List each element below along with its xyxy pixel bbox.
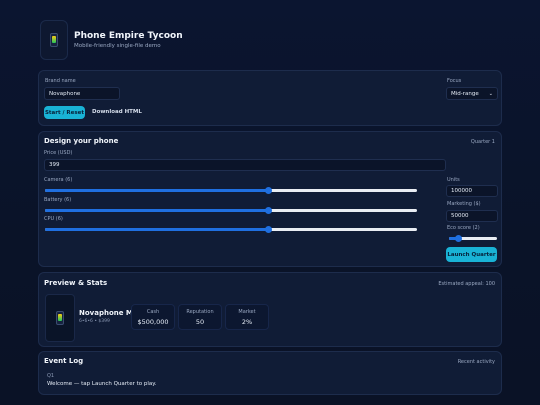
price-label: Price (USD) [44,150,73,156]
brand-input[interactable]: Novaphone [44,87,120,100]
phone-logo-icon [40,20,68,60]
appeal-indicator: Estimated appeal: 100 [438,281,495,287]
setup-card: Brand name Novaphone Focus Mid-range ⌄ S… [38,70,502,126]
chevron-down-icon: ⌄ [488,90,493,97]
download-html-button[interactable]: Download HTML [92,109,142,115]
preview-title: Preview & Stats [44,279,108,287]
focus-label: Focus [447,78,462,84]
log-entry-text: Welcome — tap Launch Quarter to play. [47,381,157,387]
event-log-card: Event Log Recent activity Q1 Welcome — t… [38,351,502,395]
eco-label: Eco score (2) [447,225,480,231]
camera-label: Camera (6) [44,177,73,183]
marketing-label: Marketing ($) [447,201,481,207]
preview-card: Preview & Stats Estimated appeal: 100 No… [38,272,502,347]
stat-reputation: Reputation 50 [178,304,222,330]
phone-name: Novaphone M [79,309,133,317]
stat-value: 50 [195,318,205,326]
cpu-slider[interactable] [45,226,417,233]
app-header: Phone Empire Tycoon Mobile-friendly sing… [40,14,183,66]
phone-detail: 6•6•6 • $399 [79,319,110,324]
brand-label: Brand name [45,78,76,84]
marketing-input[interactable]: 50000 [446,210,498,222]
quarter-indicator: Quarter 1 [470,139,495,145]
focus-value: Mid-range [451,90,479,97]
stat-label: Reputation [186,309,214,315]
camera-slider[interactable] [45,187,417,194]
phone-preview-icon [45,294,75,342]
log-entry-quarter: Q1 [47,373,55,379]
stat-value: 2% [241,318,253,326]
price-input[interactable]: 399 [44,159,446,171]
units-label: Units [447,177,460,183]
battery-label: Battery (6) [44,197,72,203]
event-log-title: Event Log [44,357,84,365]
stat-value: $500,000 [137,318,169,326]
design-card: Design your phone Quarter 1 Price (USD) … [38,131,502,267]
launch-quarter-button[interactable]: Launch Quarter [446,247,497,262]
focus-select[interactable]: Mid-range ⌄ [446,87,498,100]
stat-label: Cash [146,309,160,315]
eco-slider[interactable] [449,235,497,242]
start-reset-button[interactable]: Start / Reset [44,106,85,119]
stat-cash: Cash $500,000 [131,304,175,330]
design-title: Design your phone [44,137,119,145]
stat-market: Market 2% [225,304,269,330]
units-input[interactable]: 100000 [446,185,498,197]
stat-label: Market [238,309,256,315]
app-title: Phone Empire Tycoon [74,31,183,41]
battery-slider[interactable] [45,207,417,214]
cpu-label: CPU (6) [44,216,63,222]
app-subtitle: Mobile-friendly single-file demo [74,43,161,49]
recent-activity-label: Recent activity [457,359,495,365]
